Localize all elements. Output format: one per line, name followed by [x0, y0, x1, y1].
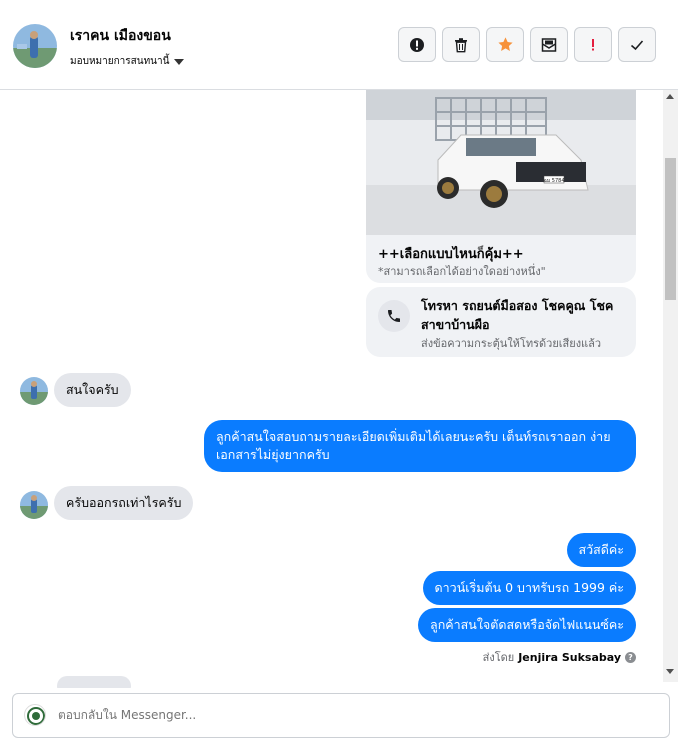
incoming-message: สนใจครับ — [54, 373, 131, 407]
card-subtitle: *สามารถเลือกได้อย่างใดอย่างหนึ่ง" — [378, 265, 546, 278]
contact-name[interactable]: เราคน เมืองขอน — [70, 25, 171, 47]
scroll-thumb[interactable] — [665, 158, 676, 300]
outgoing-message: ลูกค้าสนใจสอบถามรายละเอียดเพิ่มเติมได้เล… — [204, 420, 636, 472]
message-thread[interactable]: ฉม 5784 ++เลือกแบบไหนก็คุ้ม++ *สามารถเลื… — [0, 90, 678, 688]
check-icon — [630, 39, 644, 50]
call-card[interactable]: โทรหา รถยนต์มือสอง โชคคูณ โชค สาขาบ้านผื… — [366, 287, 636, 357]
product-image: ฉม 5784 — [366, 90, 636, 235]
sent-by-line: ส่งโดย Jenjira Suksabay ? — [483, 648, 636, 666]
delete-button[interactable] — [442, 27, 480, 62]
outgoing-message: สวัสดีค่ะ — [566, 533, 636, 567]
exclamation-icon — [592, 38, 594, 50]
mark-unread-button[interactable] — [530, 27, 568, 62]
scroll-up-arrow-icon[interactable] — [666, 94, 674, 99]
call-card-title: โทรหา รถยนต์มือสอง โชคคูณ โชค สาขาบ้านผื… — [421, 298, 614, 332]
page-avatar — [24, 704, 46, 726]
scrollbar[interactable] — [663, 90, 678, 682]
outgoing-message: ดาวน์เริ่มต้น 0 บาทรับรถ 1999 ค่ะ — [422, 571, 636, 605]
incoming-message-partial — [57, 676, 131, 688]
done-button[interactable] — [618, 27, 656, 62]
incoming-message: ครับออกรถเท่าไรครับ — [54, 486, 194, 520]
assign-conversation-dropdown[interactable]: มอบหมายการสนทนานี้ — [70, 54, 185, 69]
conversation-actions — [398, 27, 656, 62]
star-icon — [497, 37, 513, 51]
reply-composer[interactable] — [12, 693, 670, 738]
sent-by-prefix: ส่งโดย — [482, 651, 515, 664]
sent-by-name[interactable]: Jenjira Suksabay — [518, 651, 621, 664]
assign-label: มอบหมายการสนทนานี้ — [70, 56, 170, 67]
help-icon[interactable]: ? — [625, 651, 636, 663]
phone-icon — [378, 300, 410, 332]
scroll-down-arrow-icon[interactable] — [666, 669, 674, 674]
report-button[interactable] — [398, 27, 436, 62]
license-plate-text: ฉม 5784 — [543, 178, 564, 184]
contact-avatar[interactable] — [13, 24, 57, 68]
spam-button[interactable] — [574, 27, 612, 62]
outgoing-message: ลูกค้าสนใจตัดสดหรือจัดไฟแนนซ์คะ — [418, 608, 636, 642]
exclamation-circle-icon — [410, 37, 424, 52]
card-title: ++เลือกแบบไหนก็คุ้ม++ — [378, 247, 524, 262]
envelope-icon — [541, 37, 557, 52]
caret-down-icon — [174, 58, 185, 65]
product-card[interactable]: ฉม 5784 ++เลือกแบบไหนก็คุ้ม++ *สามารถเลื… — [366, 90, 636, 283]
call-card-subtitle: ส่งข้อความกระตุ้นให้โทรด้วยเสียงแล้ว — [421, 337, 602, 350]
conversation-header: เราคน เมืองขอน มอบหมายการสนทนานี้ — [0, 0, 678, 90]
trash-icon — [455, 37, 467, 52]
sender-avatar — [20, 377, 48, 405]
star-button[interactable] — [486, 27, 524, 62]
reply-input[interactable] — [58, 708, 648, 722]
sender-avatar — [20, 491, 48, 519]
